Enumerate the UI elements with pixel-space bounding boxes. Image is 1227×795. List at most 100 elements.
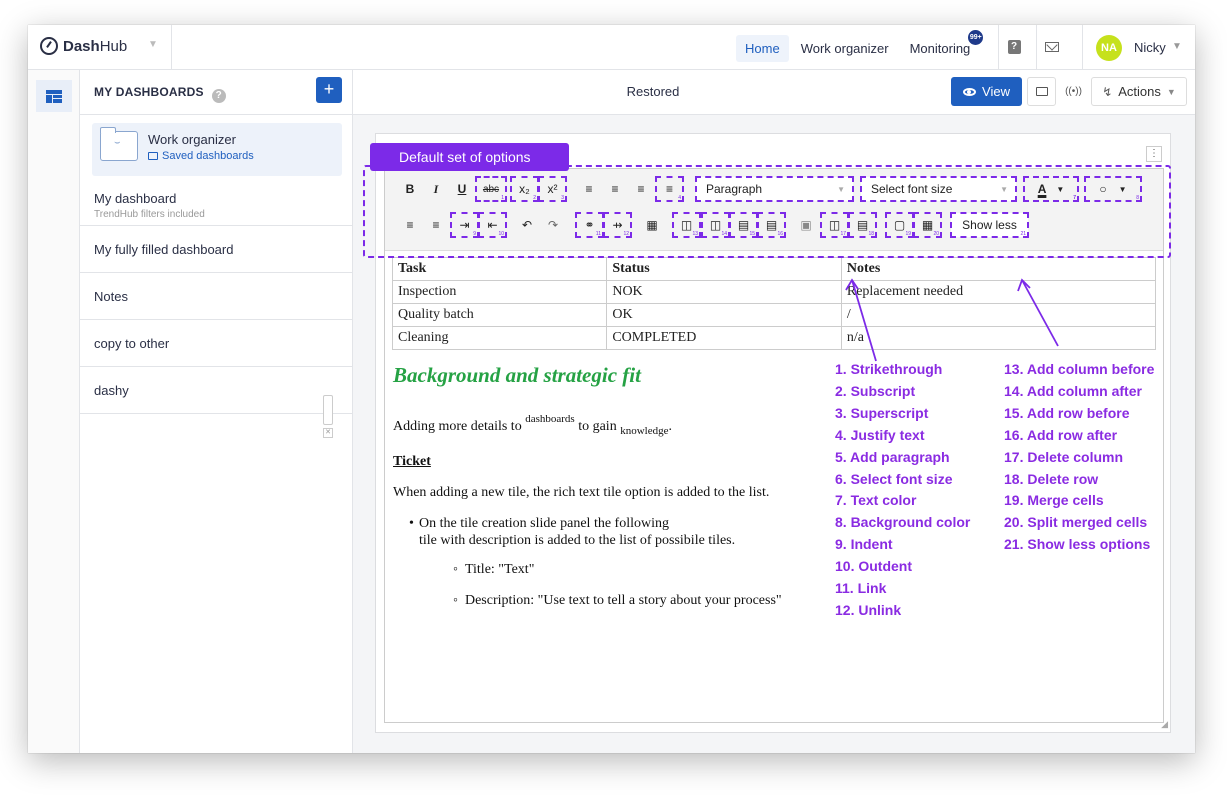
- main-nav: Home Work organizer Monitoring 99+: [736, 30, 984, 62]
- nav-monitoring[interactable]: Monitoring 99+: [901, 30, 984, 62]
- add-dashboard-button[interactable]: +: [316, 77, 342, 103]
- list-item-name: dashy: [94, 383, 129, 398]
- help-icon[interactable]: ?: [211, 89, 226, 103]
- legend-item: 5. Add paragraph: [835, 448, 950, 465]
- legend-item: 6. Select font size: [835, 470, 953, 487]
- view-button-label: View: [982, 84, 1010, 99]
- table-header: Status: [606, 257, 842, 281]
- sidebar-header: MY DASHBOARDS? +: [80, 70, 352, 115]
- legend-item: 19. Merge cells: [1004, 492, 1104, 509]
- chevron-down-icon[interactable]: ▼: [148, 39, 158, 50]
- legend-item: 12. Unlink: [835, 601, 902, 618]
- table-row: Inspection NOK Replacement needed: [391, 280, 1157, 304]
- list-item-name: My dashboard: [94, 191, 177, 206]
- list-item-sub: TrendHub filters included: [94, 209, 205, 220]
- list-item[interactable]: dashy: [80, 367, 353, 414]
- table-cell[interactable]: NOK: [606, 280, 842, 304]
- table-cell[interactable]: Cleaning: [391, 326, 608, 350]
- divider: [1082, 25, 1083, 70]
- legend-item: 1. Strikethrough: [835, 361, 943, 377]
- content-table[interactable]: Task Status Notes Inspection NOK Replace…: [391, 257, 1157, 350]
- legend-item: 4. Justify text: [835, 426, 925, 443]
- messages-button[interactable]: [1040, 35, 1064, 59]
- table-cell[interactable]: OK: [606, 303, 842, 327]
- divider: [998, 25, 999, 70]
- list-item[interactable]: My fully filled dashboard: [80, 226, 353, 273]
- present-button[interactable]: [1027, 77, 1056, 106]
- dashboards-rail-button[interactable]: [36, 80, 72, 112]
- saved-dashboards-link[interactable]: Saved dashboards: [148, 150, 254, 162]
- legend-item: 20. Split merged cells: [1004, 514, 1148, 531]
- doc-heading: Background and strategic fit: [393, 363, 641, 387]
- legend-right: 13. Add column before 14. Add column aft…: [1004, 359, 1154, 556]
- table-cell[interactable]: Inspection: [391, 280, 608, 304]
- dashboard-grid-icon: [46, 89, 62, 103]
- view-button[interactable]: View: [951, 77, 1022, 106]
- actions-button[interactable]: ↯ Actions ▼: [1091, 77, 1187, 106]
- actions-button-label: Actions: [1118, 84, 1161, 99]
- legend-item: 8. Background color: [835, 514, 971, 531]
- legend-item: 10. Outdent: [835, 558, 913, 575]
- legend-item: 16. Add row after: [1004, 426, 1118, 443]
- notification-badge: 99+: [968, 30, 984, 45]
- dashboards-sidebar: MY DASHBOARDS? + Work organizer Saved da…: [80, 70, 353, 753]
- legend-item: 21. Show less options: [1004, 536, 1151, 553]
- resize-handle-icon[interactable]: ◢: [1161, 719, 1168, 730]
- list-item-name: My fully filled dashboard: [94, 242, 234, 257]
- nav-monitoring-label: Monitoring: [909, 41, 971, 56]
- legend-left: 1. Strikethrough 2. Subscript 3. Supersc…: [835, 359, 970, 622]
- doc-sub-bullet: ◦ Title: "Text": [453, 562, 535, 577]
- bolt-icon: ↯: [1102, 84, 1113, 99]
- app-logo[interactable]: DashHub: [40, 37, 127, 55]
- list-item-name: Notes: [94, 289, 128, 304]
- broadcast-button[interactable]: ((•)): [1059, 77, 1088, 106]
- default-options-callout: Default set of options: [370, 143, 569, 171]
- list-item-name: copy to other: [94, 336, 170, 351]
- nav-home[interactable]: Home: [736, 35, 789, 62]
- list-item[interactable]: copy to other: [80, 320, 353, 367]
- avatar[interactable]: NA: [1096, 35, 1122, 61]
- main-header: Restored View ((•)) ↯ Actions ▼: [353, 70, 1195, 115]
- nav-work-organizer[interactable]: Work organizer: [792, 35, 898, 62]
- folder-icon: [100, 127, 138, 161]
- table-header-row: Task Status Notes: [391, 257, 1157, 281]
- current-folder-name: Work organizer: [148, 132, 236, 147]
- chevron-down-icon[interactable]: ▼: [1172, 41, 1182, 52]
- eye-icon: [963, 87, 977, 96]
- page-title: Restored: [626, 84, 680, 99]
- doc-paragraph: Adding more details to dashboards to gai…: [393, 413, 672, 437]
- help-icon: ?: [1007, 40, 1021, 54]
- legend-item: 2. Subscript: [835, 382, 916, 399]
- list-item[interactable]: Notes: [80, 273, 353, 320]
- table-cell[interactable]: n/a: [840, 326, 1157, 350]
- sidebar-title: MY DASHBOARDS?: [94, 85, 226, 103]
- folder-icon: [148, 152, 158, 160]
- user-name[interactable]: Nicky: [1134, 40, 1166, 55]
- legend-item: 17. Delete column: [1004, 448, 1124, 465]
- current-folder[interactable]: Work organizer Saved dashboards: [92, 123, 342, 176]
- close-icon[interactable]: ✕: [323, 428, 333, 438]
- logo-rest: Hub: [99, 37, 128, 55]
- gauge-icon: [40, 37, 58, 55]
- doc-subheading: Ticket: [393, 454, 431, 469]
- doc-sub-bullet: ◦ Description: "Use text to tell a story…: [453, 593, 782, 608]
- table-cell[interactable]: Quality batch: [391, 303, 608, 327]
- table-cell[interactable]: Replacement needed: [840, 280, 1157, 304]
- sidebar-resize-handle[interactable]: [323, 395, 333, 425]
- logo-bold: Dash: [63, 37, 100, 55]
- legend-item: 18. Delete row: [1004, 470, 1099, 487]
- mail-icon: [1045, 42, 1059, 52]
- help-button[interactable]: ?: [1002, 35, 1026, 59]
- table-cell[interactable]: COMPLETED: [606, 326, 842, 350]
- doc-paragraph: When adding a new tile, the rich text ti…: [393, 485, 770, 500]
- legend-item: 7. Text color: [835, 492, 917, 509]
- doc-bullet: •: [409, 516, 414, 531]
- table-cell[interactable]: /: [840, 303, 1157, 327]
- more-options-icon[interactable]: ⋮: [1146, 146, 1162, 162]
- list-item[interactable]: My dashboard TrendHub filters included: [80, 180, 353, 226]
- legend-item: 14. Add column after: [1004, 382, 1142, 399]
- legend-item: 11. Link: [835, 580, 887, 597]
- top-bar: DashHub ▼ Home Work organizer Monitoring…: [28, 25, 1195, 70]
- default-options-highlight: [363, 165, 1171, 258]
- legend-item: 13. Add column before: [1004, 361, 1155, 377]
